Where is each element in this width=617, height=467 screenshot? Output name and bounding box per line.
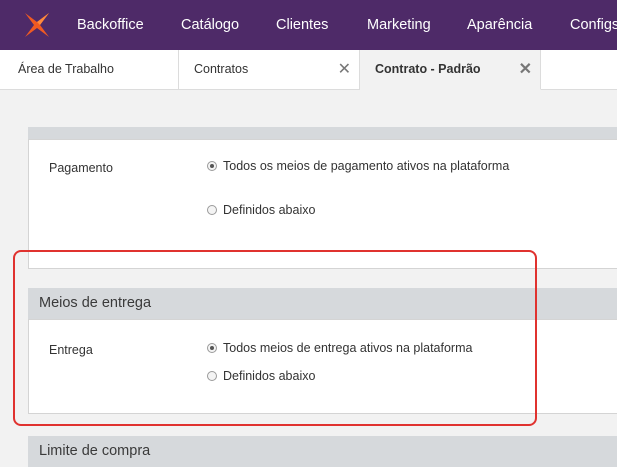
radio-pagamento-todos[interactable]: Todos os meios de pagamento ativos na pl…: [207, 159, 509, 173]
tab-label: Contratos: [194, 62, 249, 76]
close-icon[interactable]: ✕: [519, 50, 532, 89]
tab-bar: Área de Trabalho Contratos ✕ Contrato - …: [0, 50, 617, 90]
radio-entrega-todos[interactable]: Todos meios de entrega ativos na platafo…: [207, 341, 472, 355]
radio-button[interactable]: [207, 161, 217, 171]
star-logo-icon[interactable]: [21, 9, 53, 41]
field-label-pagamento: Pagamento: [49, 161, 113, 175]
section-header-pagamento: [28, 127, 617, 139]
tab-label: Contrato - Padrão: [375, 62, 481, 76]
tab-area-de-trabalho[interactable]: Área de Trabalho: [0, 50, 179, 90]
tab-contrato-padrao[interactable]: Contrato - Padrão ✕: [360, 50, 541, 90]
radio-label: Definidos abaixo: [223, 369, 316, 383]
tab-contratos[interactable]: Contratos ✕: [179, 50, 360, 90]
nav-aparencia[interactable]: Aparência: [467, 0, 532, 50]
radio-button[interactable]: [207, 343, 217, 353]
close-icon[interactable]: ✕: [338, 50, 351, 89]
nav-catalogo[interactable]: Catálogo: [181, 0, 239, 50]
nav-clientes[interactable]: Clientes: [276, 0, 328, 50]
section-header-entrega: Meios de entrega: [28, 288, 617, 319]
radio-pagamento-definidos[interactable]: Definidos abaixo: [207, 203, 315, 217]
nav-backoffice[interactable]: Backoffice: [77, 0, 144, 50]
section-entrega: [28, 319, 617, 414]
nav-marketing[interactable]: Marketing: [367, 0, 431, 50]
radio-label: Todos meios de entrega ativos na platafo…: [223, 341, 473, 355]
radio-button[interactable]: [207, 371, 217, 381]
nav-configs[interactable]: Configs: [570, 0, 617, 50]
top-navigation-bar: Backoffice Catálogo Clientes Marketing A…: [0, 0, 617, 50]
field-label-entrega: Entrega: [49, 343, 93, 357]
tab-label: Área de Trabalho: [18, 62, 114, 76]
radio-label: Definidos abaixo: [223, 203, 316, 217]
radio-label: Todos os meios de pagamento ativos na pl…: [223, 159, 510, 173]
radio-button[interactable]: [207, 205, 217, 215]
radio-entrega-definidos[interactable]: Definidos abaixo: [207, 369, 315, 383]
section-header-limite: Limite de compra: [28, 436, 617, 467]
